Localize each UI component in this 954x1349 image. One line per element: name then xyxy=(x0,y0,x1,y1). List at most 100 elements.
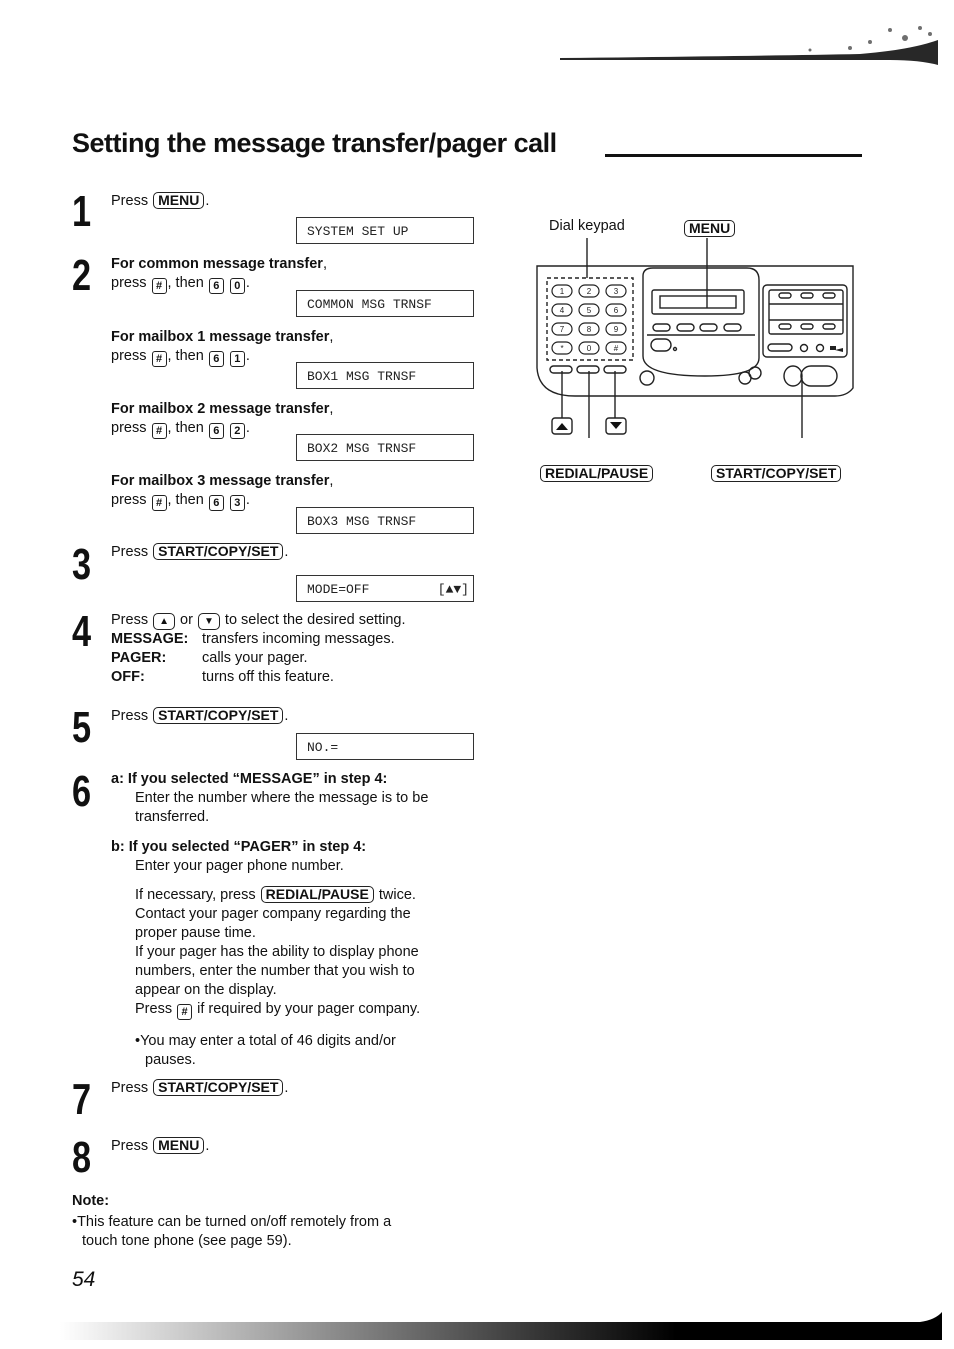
keypad-key-label: 8 xyxy=(587,325,592,334)
lcd-display: NO.= xyxy=(296,733,474,760)
step-number: 6 xyxy=(72,767,92,816)
text: if required by your pager company. xyxy=(197,1001,421,1017)
text: . xyxy=(205,193,210,209)
step-number: 5 xyxy=(72,703,92,752)
text: . xyxy=(284,708,289,724)
start-copy-set-key: START/COPY/SET xyxy=(153,1079,284,1096)
setting-label: OFF: xyxy=(111,669,145,685)
hash-key: # xyxy=(151,495,167,511)
hash-key: # xyxy=(151,423,167,439)
text: appear on the display. xyxy=(135,982,277,998)
hash-key: # xyxy=(177,1004,193,1020)
digit-key: 6 xyxy=(208,351,224,367)
digit-key: 6 xyxy=(208,423,224,439)
note-heading: Note: xyxy=(72,1193,110,1209)
step-6b-pause: If necessary, press REDIAL/PAUSE twice. … xyxy=(135,886,420,1020)
text: or xyxy=(180,612,193,628)
text: Press xyxy=(135,1001,173,1017)
scan-edge-decoration-bottom xyxy=(60,1312,942,1340)
lcd-text: MODE=OFF xyxy=(307,582,370,597)
text: , then xyxy=(167,492,204,508)
text: If necessary, press xyxy=(135,887,256,903)
setting-label: MESSAGE: xyxy=(111,631,189,647)
down-arrow-key: ▼ xyxy=(197,613,220,630)
step-7-text: Press START/COPY/SET. xyxy=(111,1079,288,1098)
redial-pause-key: REDIAL/PAUSE xyxy=(260,886,374,903)
text: pauses. xyxy=(145,1052,196,1068)
digit-key: 6 xyxy=(208,495,224,511)
text: If your pager has the ability to display… xyxy=(135,944,419,960)
page-title: Setting the message transfer/pager call xyxy=(72,128,557,158)
option-heading: For common message transfer xyxy=(111,256,323,272)
fax-machine-diagram: 1 2 3 4 5 6 7 8 9 * 0 # xyxy=(536,238,854,438)
menu-key: MENU xyxy=(153,1137,205,1154)
setting-label: PAGER: xyxy=(111,650,167,666)
digit-key: 6 xyxy=(208,278,224,294)
sub-heading: b: If you selected “PAGER” in step 4: xyxy=(111,839,367,855)
option-mailbox-3: For mailbox 3 message transfer, press #,… xyxy=(111,473,334,511)
scan-edge-decoration xyxy=(560,26,938,65)
step-3-text: Press START/COPY/SET. xyxy=(111,543,288,562)
keypad-key-label: 3 xyxy=(614,287,619,296)
text: Press xyxy=(111,1080,149,1096)
start-copy-set-key: START/COPY/SET xyxy=(153,543,284,560)
text: Press xyxy=(111,612,149,628)
option-heading: For mailbox 3 message transfer xyxy=(111,473,330,489)
keypad-key-label: 7 xyxy=(560,325,565,334)
lcd-window xyxy=(651,289,745,315)
hash-key: # xyxy=(151,351,167,367)
keypad-key-label: * xyxy=(560,344,563,353)
keypad-key-label: # xyxy=(614,344,619,353)
text: Press xyxy=(111,193,149,209)
step-1-text: Press MENU. xyxy=(111,192,209,211)
label-dial-keypad: Dial keypad xyxy=(549,218,625,234)
label-start-copy-set: START/COPY/SET xyxy=(710,465,842,484)
lcd-display: BOX1 MSG TRNSF xyxy=(296,362,474,389)
text: •This feature can be turned on/off remot… xyxy=(72,1214,392,1230)
step-6b: b: If you selected “PAGER” in step 4: En… xyxy=(111,838,366,876)
start-copy-set-key: START/COPY/SET xyxy=(711,465,842,482)
text: Enter the number where the message is to… xyxy=(135,790,429,806)
hash-key: # xyxy=(151,278,167,294)
text: . xyxy=(284,1080,289,1096)
keypad-key-label: 2 xyxy=(587,287,592,296)
start-copy-set-key: START/COPY/SET xyxy=(153,707,284,724)
option-heading: For mailbox 2 message transfer xyxy=(111,401,330,417)
digit-key: 3 xyxy=(229,495,245,511)
label-menu: MENU xyxy=(683,220,736,239)
setting-desc: calls your pager. xyxy=(202,650,308,666)
lcd-display: SYSTEM SET UP xyxy=(296,217,474,244)
setting-desc: turns off this feature. xyxy=(202,669,334,685)
digit-key: 0 xyxy=(229,278,245,294)
text: proper pause time. xyxy=(135,925,256,941)
text: press xyxy=(111,348,147,364)
text: , then xyxy=(167,420,204,436)
text: Contact your pager company regarding the xyxy=(135,906,411,922)
text: press xyxy=(111,275,147,291)
step-number: 7 xyxy=(72,1075,92,1124)
step-8-text: Press MENU. xyxy=(111,1137,209,1156)
step-4-text: Press ▲ or ▼ to select the desired setti… xyxy=(111,611,405,687)
keypad-key-label: 4 xyxy=(560,306,565,315)
text: numbers, enter the number that you wish … xyxy=(135,963,415,979)
keypad-key-label: 5 xyxy=(587,306,592,315)
keypad-key-label: 1 xyxy=(560,287,565,296)
text: transferred. xyxy=(135,809,210,825)
label-redial-pause: REDIAL/PAUSE xyxy=(539,465,654,484)
step-number: 4 xyxy=(72,607,92,656)
step-number: 8 xyxy=(72,1133,92,1182)
option-heading: For mailbox 1 message transfer xyxy=(111,329,330,345)
setting-desc: transfers incoming messages. xyxy=(202,631,395,647)
step-number: 3 xyxy=(72,540,92,589)
step-number: 2 xyxy=(72,251,92,300)
text: press xyxy=(111,420,147,436)
text: . xyxy=(284,544,289,560)
keypad-key-label: 6 xyxy=(614,306,619,315)
display-module xyxy=(642,267,760,377)
up-arrow-key: ▲ xyxy=(153,613,176,630)
menu-key: MENU xyxy=(153,192,205,209)
page-number: 54 xyxy=(72,1268,96,1291)
digit-key: 1 xyxy=(229,351,245,367)
lcd-arrows: [▲▼] xyxy=(437,582,469,597)
lcd-display: COMMON MSG TRNSF xyxy=(296,290,474,317)
